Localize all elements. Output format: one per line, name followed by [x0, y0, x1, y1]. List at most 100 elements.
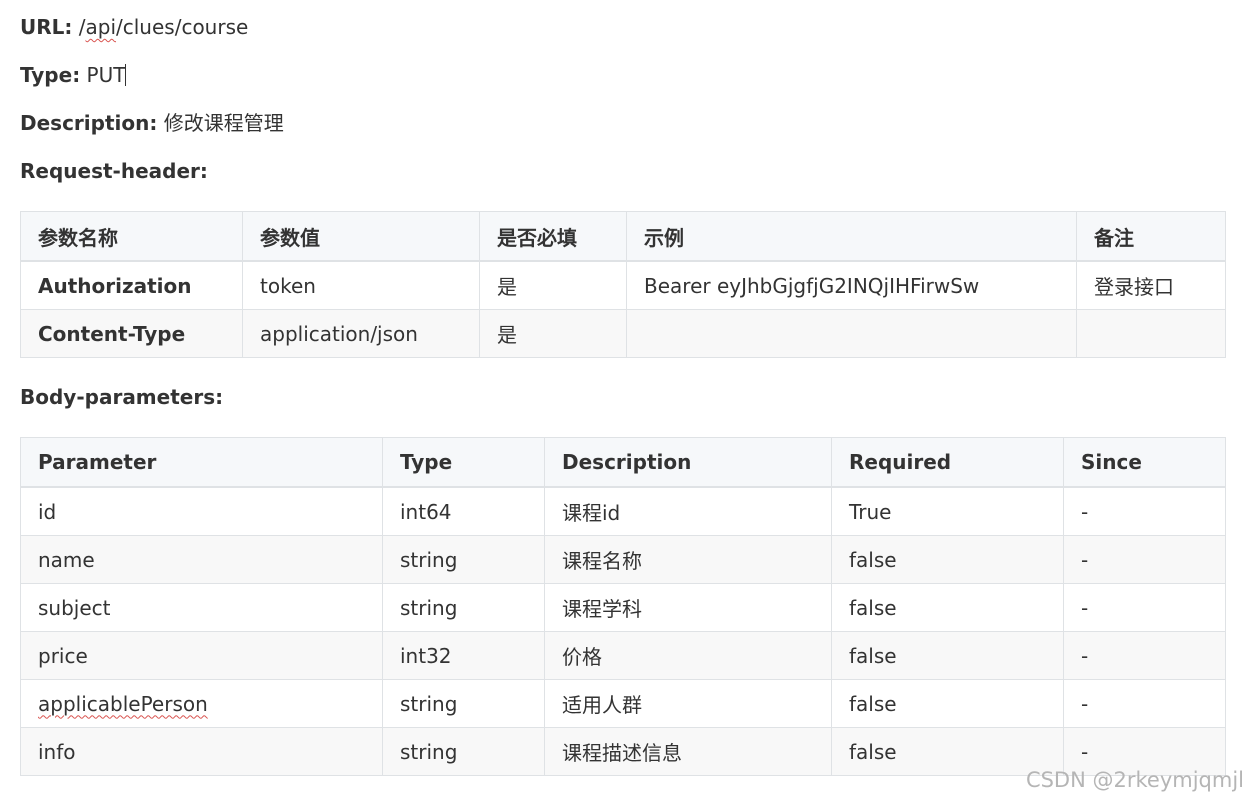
table-cell: info	[20, 727, 383, 776]
cell-text: false	[849, 739, 897, 764]
cell-text: -	[1081, 499, 1089, 524]
table-cell: Content-Type	[20, 309, 243, 358]
type-line: Type: PUT	[20, 60, 127, 90]
description-line: Description: 修改课程管理	[20, 108, 284, 138]
cell-text: false	[849, 691, 897, 716]
cell-text: 价格	[562, 645, 602, 669]
column-header: 参数名称	[20, 211, 243, 262]
table-cell: int64	[382, 486, 545, 536]
table-cell: applicablePerson	[20, 679, 383, 728]
url-value: /api/clues/course	[78, 15, 249, 39]
table-cell: -	[1063, 535, 1226, 584]
cell-text: 是	[497, 275, 517, 299]
description-label: Description:	[20, 111, 158, 135]
cell-text: id	[38, 499, 57, 524]
cell-text: int32	[400, 643, 452, 668]
table-cell: token	[242, 260, 480, 310]
table-cell: True	[831, 486, 1064, 536]
table-row: Authorization token 是 Bearer eyJhbGjgfjG2IN…	[20, 260, 1226, 310]
column-header: 示例	[626, 211, 1077, 262]
cell-text: application/json	[260, 321, 418, 346]
column-header: 是否必填	[479, 211, 627, 262]
cell-text: 登录接口	[1094, 275, 1174, 299]
cell-text: Content-Type	[38, 321, 186, 346]
table-cell: false	[831, 535, 1064, 584]
column-header: Parameter	[20, 437, 383, 488]
body-parameters-table: Parameter Type Description Required Since id…	[20, 437, 1226, 776]
table-cell: -	[1063, 486, 1226, 536]
cell-text: -	[1081, 691, 1089, 716]
cell-text: 课程名称	[562, 549, 642, 573]
cell-text: -	[1081, 643, 1089, 668]
table-cell: 课程描述信息	[544, 727, 832, 776]
table-row: name string 课程名称 false -	[20, 535, 1226, 584]
table-cell: string	[382, 679, 545, 728]
type-value[interactable]: PUT	[87, 63, 126, 87]
header-table-head-row: 参数名称 参数值 是否必填 示例 备注	[20, 211, 1226, 262]
column-header: 备注	[1076, 211, 1226, 262]
type-label: Type:	[20, 63, 81, 87]
table-cell: int32	[382, 631, 545, 680]
cell-text: -	[1081, 739, 1089, 764]
table-cell: 价格	[544, 631, 832, 680]
column-header: Type	[382, 437, 545, 488]
cell-text: Authorization	[38, 273, 192, 298]
column-header: Required	[831, 437, 1064, 488]
table-cell	[1076, 309, 1226, 358]
request-header-heading: Request-header:	[20, 159, 208, 183]
cell-text: 课程描述信息	[562, 741, 682, 765]
table-cell: 登录接口	[1076, 260, 1226, 310]
column-header: Since	[1063, 437, 1226, 488]
table-cell: 是	[479, 309, 627, 358]
table-cell: 适用人群	[544, 679, 832, 728]
table-row: subject string 课程学科 false -	[20, 583, 1226, 632]
table-cell: false	[831, 631, 1064, 680]
table-cell: string	[382, 583, 545, 632]
table-cell: Authorization	[20, 260, 243, 310]
table-cell: string	[382, 535, 545, 584]
cell-text: True	[849, 499, 892, 524]
cell-text: subject	[38, 595, 111, 620]
description-value: 修改课程管理	[163, 111, 284, 135]
cell-text: applicablePerson	[38, 691, 208, 716]
table-cell: 课程名称	[544, 535, 832, 584]
cell-text: int64	[400, 499, 452, 524]
request-header-table: 参数名称 参数值 是否必填 示例 备注 Authorization token 是 Beare…	[20, 211, 1226, 358]
cell-text: -	[1081, 595, 1089, 620]
csdn-watermark: CSDN @2rkeymjqmjl	[1025, 768, 1244, 792]
column-header: Description	[544, 437, 832, 488]
cell-text: info	[38, 739, 76, 764]
table-cell: Bearer eyJhbGjgfjG2INQjIHFirwSw	[626, 260, 1077, 310]
cell-text: name	[38, 547, 95, 572]
cell-text: false	[849, 643, 897, 668]
table-cell: false	[831, 583, 1064, 632]
table-cell: 课程学科	[544, 583, 832, 632]
cell-text: token	[260, 273, 316, 298]
cell-text: false	[849, 547, 897, 572]
table-cell: name	[20, 535, 383, 584]
url-line: URL: /api/clues/course	[20, 12, 248, 42]
table-cell: -	[1063, 583, 1226, 632]
cell-text: string	[400, 739, 458, 764]
cell-text: string	[400, 691, 458, 716]
table-cell: id	[20, 486, 383, 536]
table-cell: -	[1063, 679, 1226, 728]
cell-text: 课程id	[562, 501, 621, 525]
body-table-head-row: Parameter Type Description Required Since	[20, 437, 1226, 488]
column-header: 参数值	[242, 211, 480, 262]
table-row: price int32 价格 false -	[20, 631, 1226, 680]
table-cell: false	[831, 679, 1064, 728]
cell-text: string	[400, 547, 458, 572]
cell-text: Bearer eyJhbGjgfjG2INQjIHFirwSw	[644, 273, 980, 298]
table-cell: -	[1063, 631, 1226, 680]
cell-text: 是	[497, 323, 517, 347]
url-label: URL:	[20, 15, 73, 39]
table-cell: price	[20, 631, 383, 680]
table-cell: subject	[20, 583, 383, 632]
table-cell: 课程id	[544, 486, 832, 536]
cell-text: 适用人群	[562, 693, 642, 717]
body-parameters-heading: Body-parameters:	[20, 385, 224, 409]
cell-text: 课程学科	[562, 597, 642, 621]
table-row: Content-Type application/json 是	[20, 309, 1226, 358]
table-row: id int64 课程id True -	[20, 486, 1226, 536]
